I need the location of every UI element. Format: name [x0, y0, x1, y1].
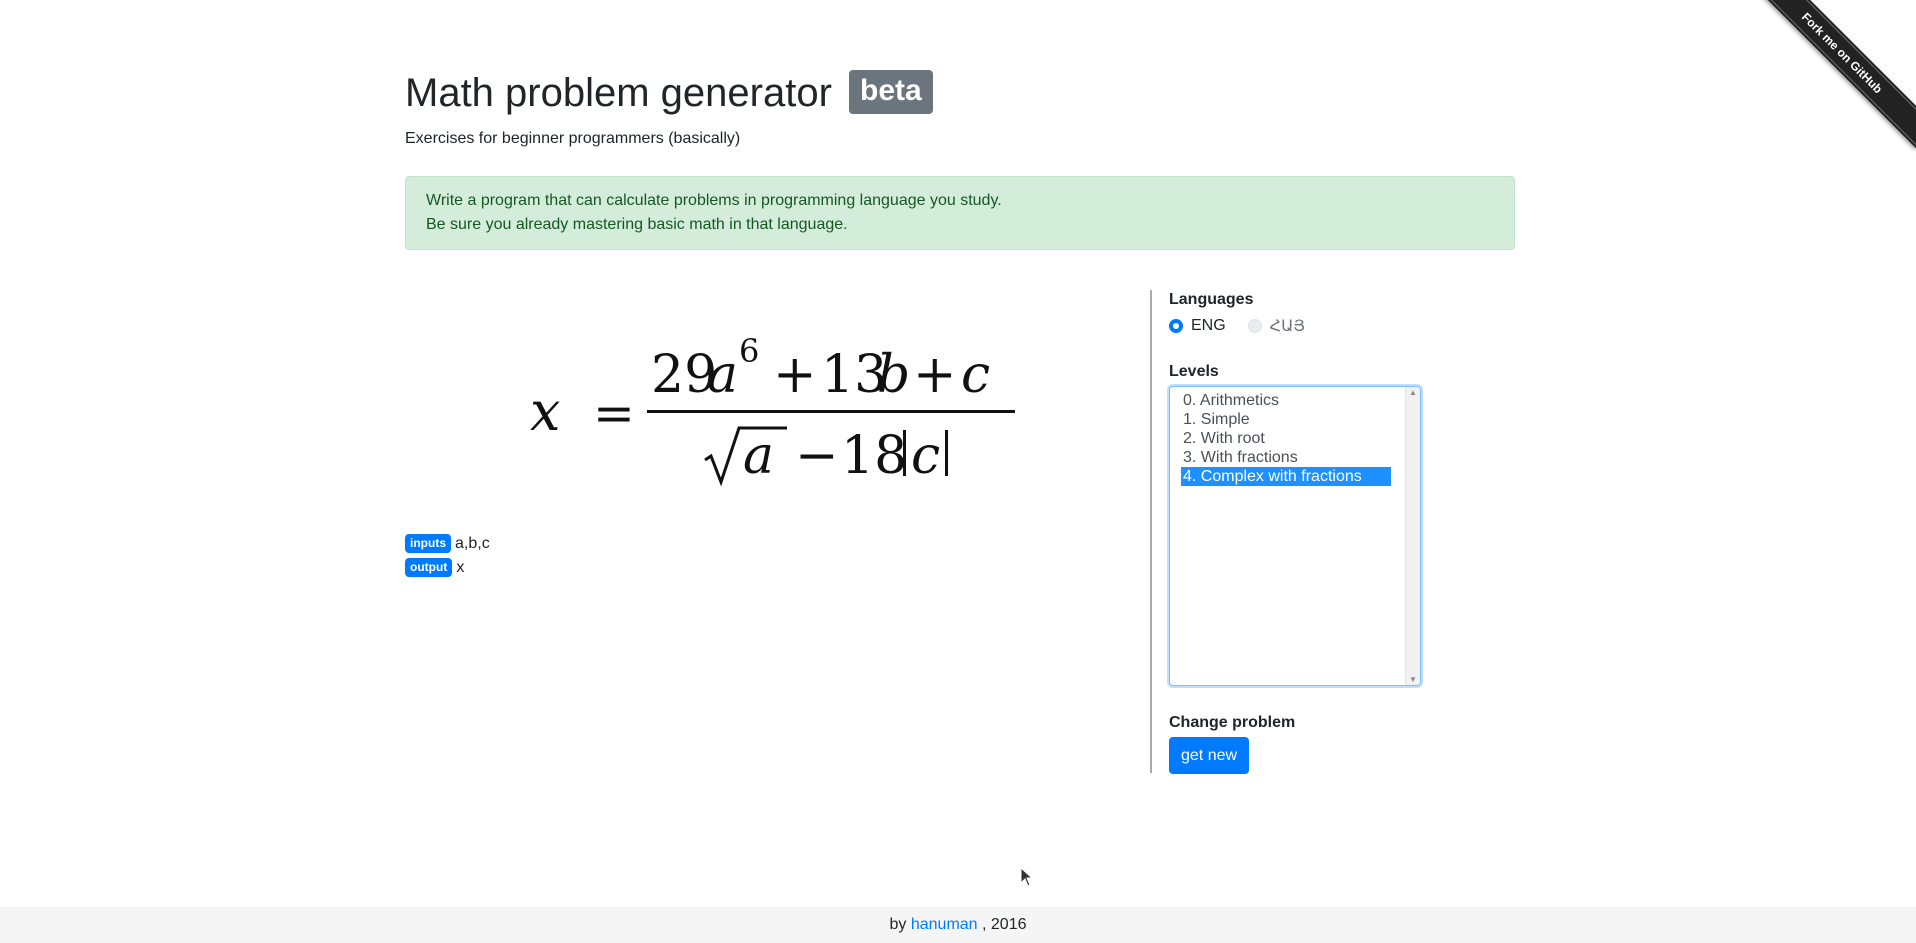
formula-a: a	[707, 345, 738, 405]
levels-listbox[interactable]: 0. Arithmetics 1. Simple 2. With root 3.…	[1169, 386, 1421, 686]
alert-line-1: Write a program that can calculate probl…	[426, 192, 1002, 209]
formula-equals: =	[593, 384, 635, 442]
github-ribbon-label[interactable]: Fork me on GitHub	[1756, 0, 1916, 149]
abs-left-bar	[903, 430, 906, 476]
listbox-scrollbar[interactable]: ▲ ▼	[1405, 387, 1420, 685]
language-radio-group: ENG ՀԱՅ	[1169, 316, 1305, 336]
formula-plus-2: +	[913, 345, 957, 405]
formula-a-denominator: a	[743, 426, 774, 486]
level-option[interactable]: 3. With fractions	[1181, 448, 1391, 467]
page-title: Math problem generator beta	[405, 70, 933, 116]
formula-plus-1: +	[773, 345, 817, 405]
levels-label: Levels	[1169, 363, 1219, 380]
change-problem-label: Change problem	[1169, 714, 1296, 731]
alert-line-2: Be sure you already mastering basic math…	[426, 216, 848, 233]
formula-c: c	[961, 345, 990, 405]
math-formula: x = 29 a 6 + 13 b + c a − 18 c	[530, 332, 1015, 487]
page-title-text: Math problem generator	[405, 71, 832, 115]
footer-author-link[interactable]: hanuman	[911, 916, 978, 933]
footer-prefix: by	[889, 916, 907, 933]
scroll-up-arrow-icon[interactable]: ▲	[1409, 388, 1417, 397]
output-row: output x	[405, 558, 464, 577]
formula-exponent: 6	[739, 332, 759, 370]
radio-eng-label[interactable]: ENG	[1191, 317, 1226, 335]
mouse-cursor-icon	[1020, 867, 1034, 887]
inputs-row: inputs a,b,c	[405, 534, 490, 553]
beta-badge: beta	[849, 70, 933, 114]
levels-list: 0. Arithmetics 1. Simple 2. With root 3.…	[1170, 387, 1420, 486]
inputs-badge: inputs	[405, 534, 451, 553]
page-subtitle: Exercises for beginner programmers (basi…	[405, 130, 741, 147]
output-badge: output	[405, 558, 453, 577]
formula-x: x	[530, 380, 560, 443]
footer-suffix: , 2016	[982, 916, 1027, 933]
sidebar: Languages ENG ՀԱՅ Levels 0. Arithmetics …	[1150, 290, 1507, 774]
fraction-bar	[647, 410, 1015, 413]
formula-b: b	[877, 345, 910, 405]
scroll-down-arrow-icon[interactable]: ▼	[1409, 675, 1417, 684]
level-option[interactable]: 2. With root	[1181, 429, 1391, 448]
radio-hye-label: ՀԱՅ	[1269, 318, 1306, 335]
radio-hye	[1247, 319, 1262, 333]
radio-eng[interactable]	[1169, 319, 1183, 333]
formula-c-denominator: c	[911, 426, 940, 486]
footer: by hanuman , 2016	[0, 907, 1916, 943]
abs-right-bar	[945, 430, 948, 476]
output-value: x	[456, 559, 465, 576]
info-alert: Write a program that can calculate probl…	[405, 176, 1515, 250]
get-new-button[interactable]: get new	[1169, 737, 1250, 774]
level-option-selected[interactable]: 4. Complex with fractions	[1181, 467, 1391, 486]
level-option[interactable]: 1. Simple	[1181, 410, 1391, 429]
github-ribbon[interactable]: Fork me on GitHub	[1756, 0, 1916, 160]
level-option[interactable]: 0. Arithmetics	[1181, 391, 1391, 410]
inputs-value: a,b,c	[455, 535, 490, 552]
formula-18: 18	[841, 426, 907, 486]
languages-label: Languages	[1169, 291, 1254, 308]
formula-minus: −	[795, 426, 839, 486]
